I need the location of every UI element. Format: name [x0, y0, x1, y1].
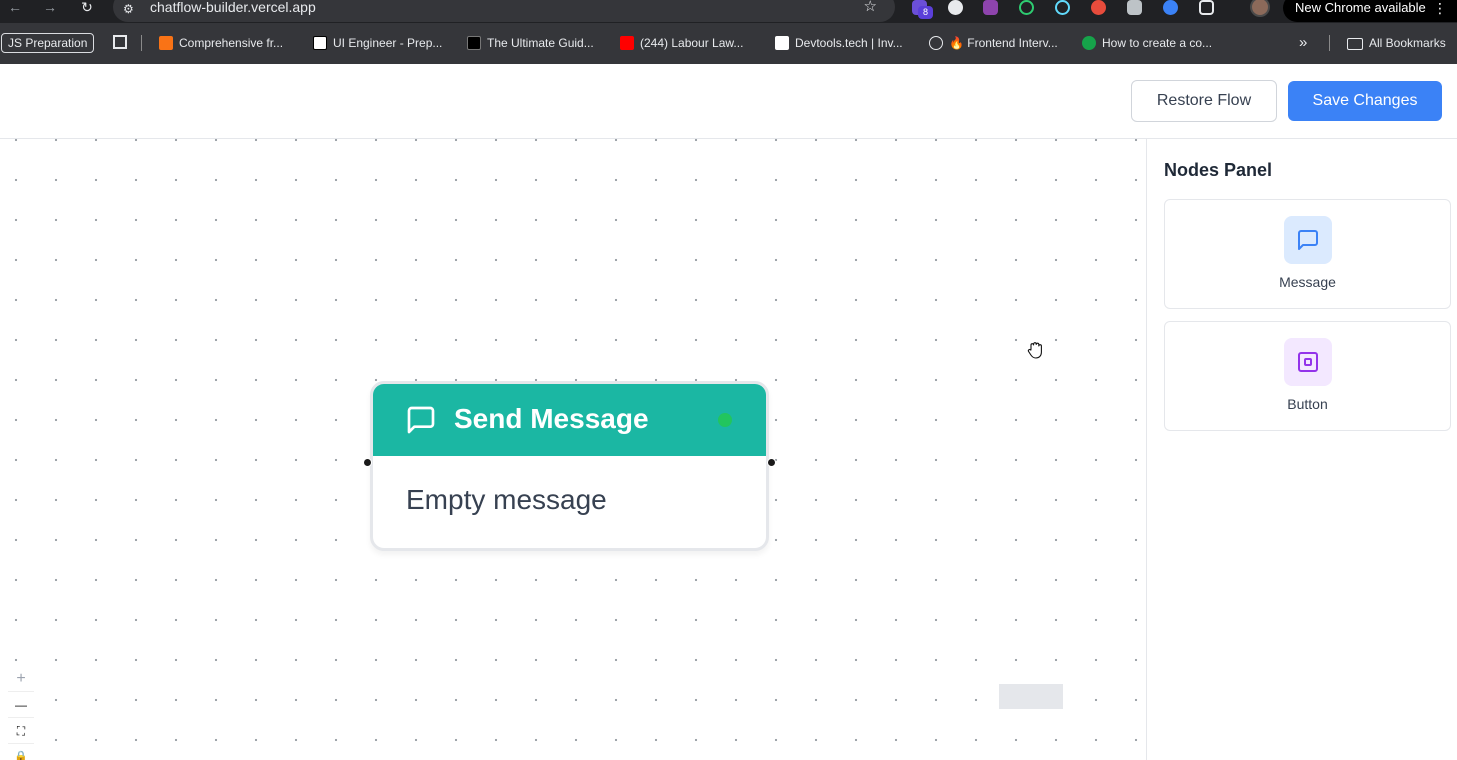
message-card-label: Message	[1279, 274, 1336, 290]
chrome-update-button[interactable]: New Chrome available ⋮	[1283, 0, 1457, 22]
node-source-handle[interactable]	[767, 458, 776, 467]
panel-title: Nodes Panel	[1164, 160, 1273, 180]
extension-icon[interactable]	[948, 0, 963, 15]
bookmark-favicon	[1082, 36, 1096, 50]
bookmark-item[interactable]: Comprehensive fr...	[159, 34, 283, 52]
address-url[interactable]: chatflow-builder.vercel.app	[150, 0, 316, 15]
bookmark-folder-js-preparation[interactable]: JS Preparation	[1, 33, 95, 53]
bookmarks-overflow-icon[interactable]: »	[1299, 34, 1307, 52]
button-icon-tile	[1284, 338, 1332, 386]
node-message-text: Empty message	[406, 484, 607, 515]
extension-icon[interactable]	[983, 0, 998, 15]
bookmarks-bar: JS Preparation Comprehensive fr... UI En…	[0, 23, 1457, 64]
node-header[interactable]: Send Message	[373, 384, 766, 456]
save-changes-button[interactable]: Save Changes	[1288, 81, 1442, 121]
all-bookmarks-button[interactable]: All Bookmarks	[1347, 34, 1446, 52]
button-card-label: Button	[1287, 396, 1328, 412]
lock-button[interactable]: 🔒	[8, 744, 34, 760]
extension-icon[interactable]	[1163, 0, 1178, 15]
message-icon-tile	[1284, 216, 1332, 264]
node-title: Send Message	[454, 403, 649, 434]
chrome-menu-icon[interactable]: ⋮	[1433, 0, 1447, 22]
address-bar[interactable]: ⚙ chatflow-builder.vercel.app ☆	[113, 0, 895, 22]
bookmark-separator	[141, 35, 142, 51]
back-button[interactable]: ←	[5, 0, 25, 16]
bookmark-separator	[1329, 35, 1330, 51]
folder-icon	[1347, 38, 1363, 50]
message-node-card[interactable]: Message	[1164, 199, 1451, 309]
reload-button[interactable]: ↻	[77, 0, 97, 16]
forward-button[interactable]: →	[40, 0, 60, 16]
node-status-dot	[718, 413, 732, 427]
bookmark-item[interactable]: (244) Labour Law...	[620, 34, 743, 52]
restore-flow-button[interactable]: Restore Flow	[1131, 80, 1277, 122]
apps-grid-icon[interactable]	[113, 35, 127, 49]
bookmark-favicon	[467, 36, 481, 50]
update-label: New Chrome available	[1295, 0, 1426, 15]
app-header: Restore Flow Save Changes	[0, 64, 1457, 139]
nodes-panel: Nodes Panel Message Button	[1146, 139, 1457, 760]
extensions-puzzle-icon[interactable]	[1199, 0, 1214, 15]
grab-cursor-icon	[1027, 342, 1042, 359]
minimap[interactable]	[999, 684, 1063, 709]
bookmark-favicon	[159, 36, 173, 50]
bookmark-item[interactable]: UI Engineer - Prep...	[313, 34, 442, 52]
button-square-icon	[1298, 352, 1318, 372]
message-square-icon	[407, 406, 435, 434]
bookmark-item[interactable]: The Ultimate Guid...	[467, 34, 594, 52]
bookmark-item[interactable]: How to create a co...	[1082, 34, 1212, 52]
extension-badge: 8	[918, 6, 933, 19]
message-square-icon	[1298, 230, 1318, 250]
notion-icon	[313, 36, 327, 50]
bookmark-star-icon[interactable]: ☆	[864, 0, 877, 14]
profile-avatar[interactable]	[1250, 0, 1270, 17]
site-settings-icon[interactable]: ⚙	[123, 2, 137, 16]
zoom-in-button[interactable]: +	[8, 666, 34, 692]
bookmark-favicon	[775, 36, 789, 50]
fit-view-button[interactable]: ⛶	[8, 718, 34, 744]
youtube-icon	[620, 36, 634, 50]
browser-toolbar: ← → ↻ ⚙ chatflow-builder.vercel.app ☆ 8 …	[0, 0, 1457, 23]
bookmark-item[interactable]: Devtools.tech | Inv...	[775, 34, 903, 52]
node-target-handle[interactable]	[363, 458, 372, 467]
send-message-node[interactable]: Send Message Empty message	[370, 381, 769, 551]
extension-icon[interactable]	[1127, 0, 1142, 15]
flow-canvas[interactable]: Send Message Empty message + — ⛶ 🔒	[0, 139, 1146, 760]
button-node-card[interactable]: Button	[1164, 321, 1451, 431]
bookmark-favicon	[929, 36, 943, 50]
canvas-controls: + — ⛶ 🔒	[8, 666, 34, 760]
react-devtools-icon[interactable]	[1055, 0, 1070, 15]
bookmark-item[interactable]: 🔥 Frontend Interv...	[929, 34, 1058, 52]
zoom-out-button[interactable]: —	[8, 692, 34, 718]
extension-icon[interactable]	[1019, 0, 1034, 15]
extension-icon[interactable]	[1091, 0, 1106, 15]
